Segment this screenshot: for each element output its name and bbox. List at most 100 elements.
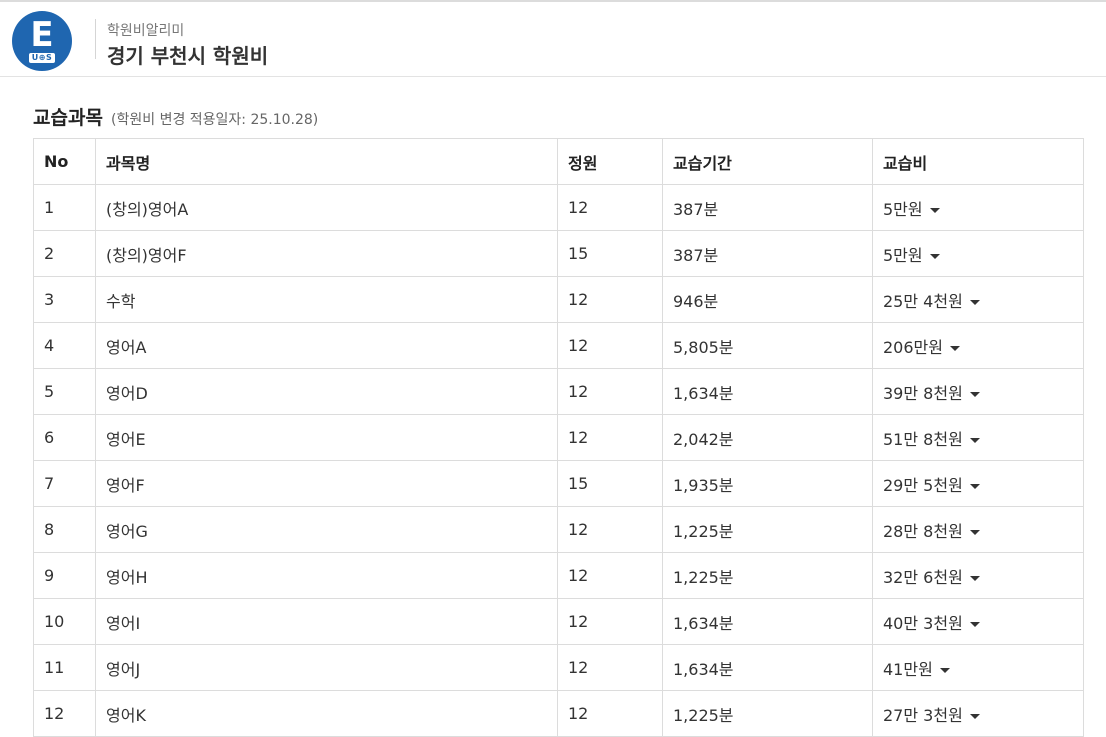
cell-subject: 영어F — [95, 460, 558, 507]
cell-subject: (창의)영어F — [95, 230, 558, 277]
section-heading: 교습과목 (학원비 변경 적용일자: 25.10.28) — [33, 103, 318, 130]
fee-value: 51만 8천원 — [883, 429, 963, 449]
site-header: E U⊕S 학원비알리미 경기 부천시 학원비 — [0, 2, 1106, 77]
fee-detail-toggle[interactable]: 29만 5천원 — [883, 476, 980, 495]
cell-period: 387분 — [662, 230, 873, 277]
fee-value: 39만 8천원 — [883, 383, 963, 403]
cell-subject: 영어D — [95, 368, 558, 415]
cell-fee: 40만 3천원 — [872, 598, 1084, 645]
table-row: 11 영어J 12 1,634분 41만원 — [33, 644, 1084, 691]
cell-period: 1,634분 — [662, 598, 873, 645]
caret-down-icon[interactable] — [929, 207, 940, 213]
cell-capacity: 12 — [557, 414, 663, 461]
fee-value: 28만 8천원 — [883, 521, 963, 541]
site-subtitle: 학원비알리미 — [107, 23, 185, 39]
cell-capacity: 12 — [557, 598, 663, 645]
fee-detail-toggle[interactable]: 206만원 — [883, 338, 960, 357]
caret-down-icon[interactable] — [949, 345, 960, 351]
table-row: 1 (창의)영어A 12 387분 5만원 — [33, 184, 1084, 231]
fee-detail-toggle[interactable]: 5만원 — [883, 246, 940, 265]
caret-down-icon[interactable] — [969, 299, 980, 305]
fee-value: 40만 3천원 — [883, 613, 963, 633]
caret-down-icon[interactable] — [969, 621, 980, 627]
cell-period: 1,935분 — [662, 460, 873, 507]
fee-detail-toggle[interactable]: 28만 8천원 — [883, 522, 980, 541]
cell-fee: 5만원 — [872, 230, 1084, 277]
fee-detail-toggle[interactable]: 25만 4천원 — [883, 292, 980, 311]
cell-no: 3 — [33, 276, 96, 323]
table-header-row: No 과목명 정원 교습기간 교습비 — [33, 138, 1084, 185]
cell-capacity: 12 — [557, 506, 663, 553]
cell-subject: 영어K — [95, 690, 558, 737]
fee-detail-toggle[interactable]: 51만 8천원 — [883, 430, 980, 449]
cell-no: 6 — [33, 414, 96, 461]
table-row: 7 영어F 15 1,935분 29만 5천원 — [33, 460, 1084, 507]
caret-down-icon[interactable] — [969, 483, 980, 489]
cell-period: 1,634분 — [662, 368, 873, 415]
cell-no: 11 — [33, 644, 96, 691]
page-title: 경기 부천시 학원비 — [107, 44, 269, 68]
table-row: 10 영어I 12 1,634분 40만 3천원 — [33, 598, 1084, 645]
cell-subject: 영어A — [95, 322, 558, 369]
fee-value: 41만원 — [883, 659, 933, 679]
caret-down-icon[interactable] — [969, 391, 980, 397]
cell-fee: 29만 5천원 — [872, 460, 1084, 507]
caret-down-icon[interactable] — [969, 529, 980, 535]
caret-down-icon[interactable] — [969, 575, 980, 581]
fee-detail-toggle[interactable]: 39만 8천원 — [883, 384, 980, 403]
cell-no: 7 — [33, 460, 96, 507]
caret-down-icon[interactable] — [929, 253, 940, 259]
cell-fee: 39만 8천원 — [872, 368, 1084, 415]
fee-value: 5만원 — [883, 199, 923, 219]
caret-down-icon[interactable] — [969, 713, 980, 719]
cell-subject: 영어I — [95, 598, 558, 645]
cell-subject: 수학 — [95, 276, 558, 323]
cell-subject: 영어J — [95, 644, 558, 691]
table-row: 8 영어G 12 1,225분 28만 8천원 — [33, 506, 1084, 553]
table-row: 3 수학 12 946분 25만 4천원 — [33, 276, 1084, 323]
fee-detail-toggle[interactable]: 5만원 — [883, 200, 940, 219]
logo-letter: E — [30, 15, 54, 55]
caret-down-icon[interactable] — [939, 667, 950, 673]
cell-period: 387분 — [662, 184, 873, 231]
cell-capacity: 15 — [557, 460, 663, 507]
cell-period: 946분 — [662, 276, 873, 323]
cell-fee: 28만 8천원 — [872, 506, 1084, 553]
fee-value: 25만 4천원 — [883, 291, 963, 311]
cell-no: 12 — [33, 690, 96, 737]
fee-value: 32만 6천원 — [883, 567, 963, 587]
fee-detail-toggle[interactable]: 27만 3천원 — [883, 706, 980, 725]
cell-no: 5 — [33, 368, 96, 415]
cell-capacity: 12 — [557, 276, 663, 323]
section-title: 교습과목 — [33, 107, 103, 129]
table-row: 12 영어K 12 1,225분 27만 3천원 — [33, 690, 1084, 737]
fee-value: 206만원 — [883, 337, 943, 357]
cell-capacity: 12 — [557, 552, 663, 599]
cell-no: 9 — [33, 552, 96, 599]
cell-no: 1 — [33, 184, 96, 231]
cell-no: 2 — [33, 230, 96, 277]
cell-capacity: 15 — [557, 230, 663, 277]
column-header-subject: 과목명 — [95, 138, 558, 185]
fee-detail-toggle[interactable]: 32만 6천원 — [883, 568, 980, 587]
fee-value: 27만 3천원 — [883, 705, 963, 725]
table-row: 2 (창의)영어F 15 387분 5만원 — [33, 230, 1084, 277]
cell-subject: 영어G — [95, 506, 558, 553]
cell-period: 1,225분 — [662, 552, 873, 599]
cell-fee: 206만원 — [872, 322, 1084, 369]
header-divider — [95, 19, 96, 59]
cell-period: 1,634분 — [662, 644, 873, 691]
course-table: No 과목명 정원 교습기간 교습비 1 (창의)영어A 12 387분 5만원 2 (창의… — [33, 138, 1084, 737]
fee-detail-toggle[interactable]: 40만 3천원 — [883, 614, 980, 633]
logo[interactable]: E U⊕S — [12, 11, 72, 71]
cell-fee: 51만 8천원 — [872, 414, 1084, 461]
cell-period: 2,042분 — [662, 414, 873, 461]
cell-no: 4 — [33, 322, 96, 369]
cell-fee: 41만원 — [872, 644, 1084, 691]
cell-period: 1,225분 — [662, 506, 873, 553]
cell-fee: 32만 6천원 — [872, 552, 1084, 599]
fee-value: 5만원 — [883, 245, 923, 265]
cell-period: 1,225분 — [662, 690, 873, 737]
fee-detail-toggle[interactable]: 41만원 — [883, 660, 950, 679]
caret-down-icon[interactable] — [969, 437, 980, 443]
